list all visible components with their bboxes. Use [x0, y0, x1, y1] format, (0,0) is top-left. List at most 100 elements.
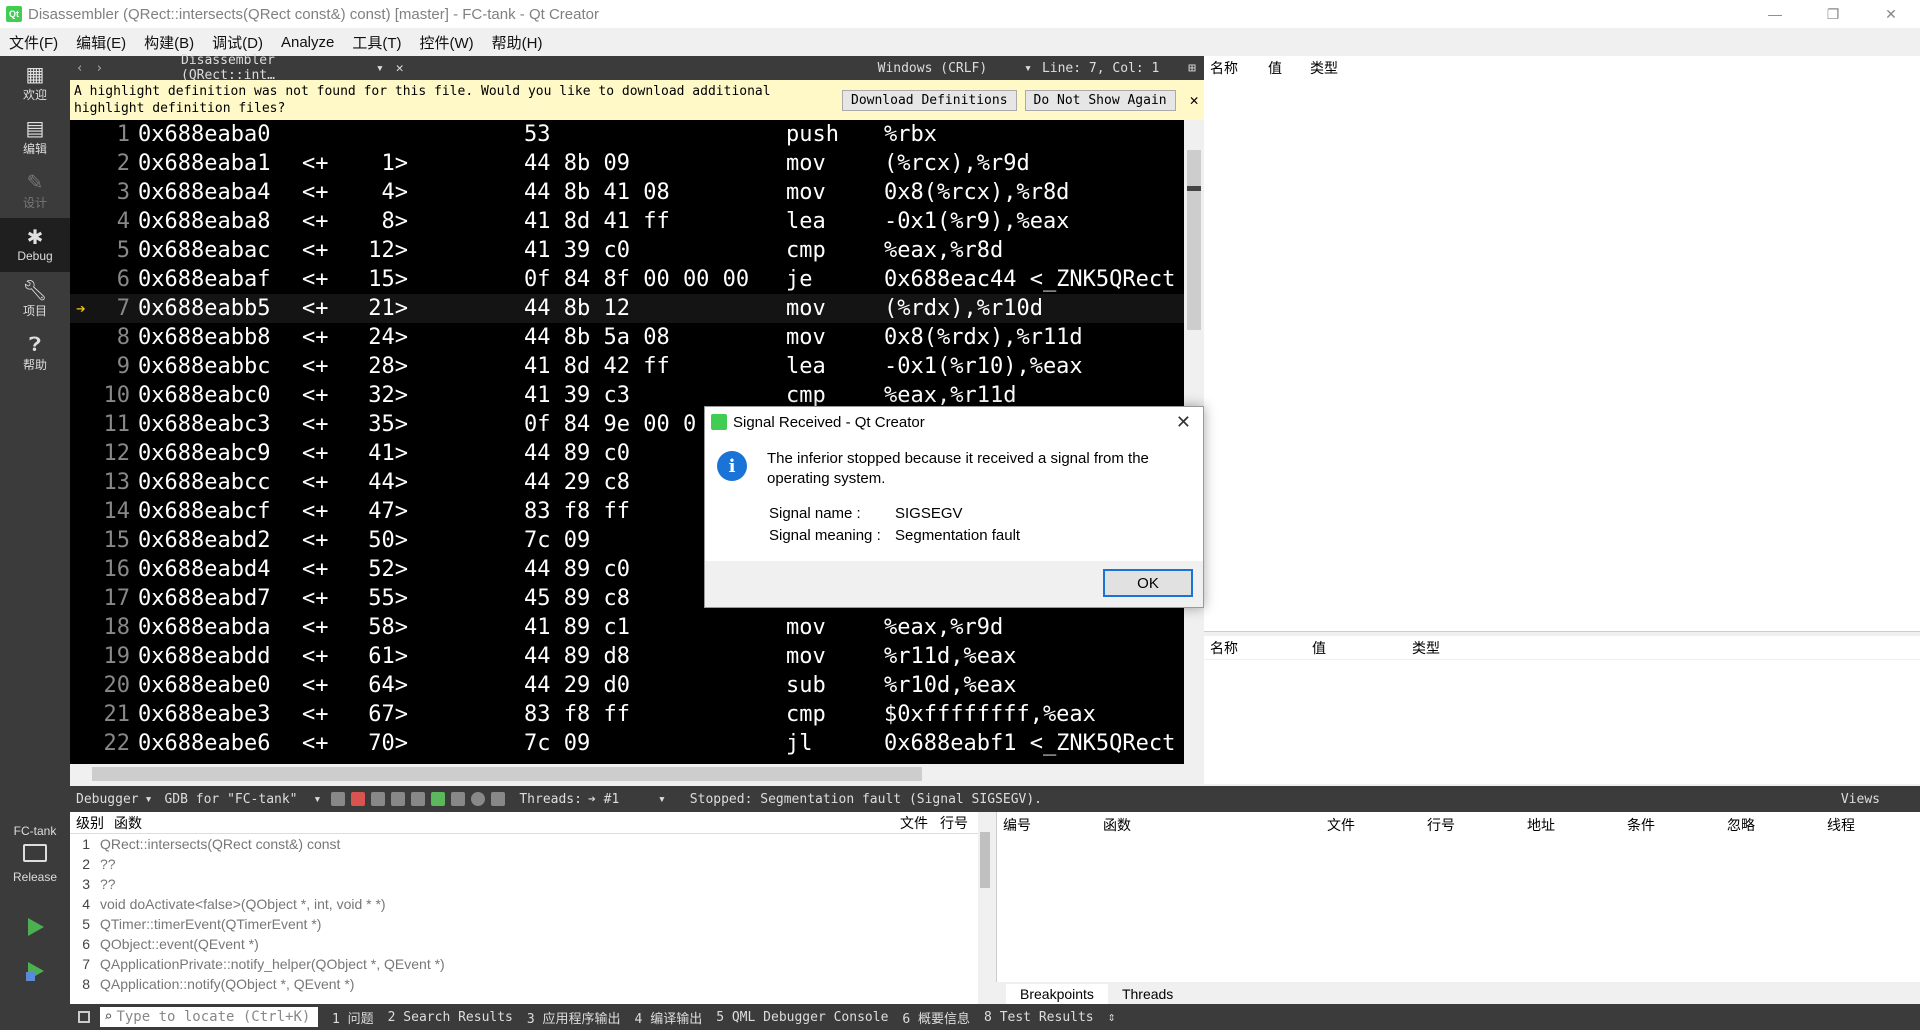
stack-frame-row[interactable]: 7 QApplicationPrivate::notify_helper(QObj… — [70, 954, 990, 974]
dropdown-arrow-icon[interactable]: ▾ — [658, 792, 666, 807]
menu-controls[interactable]: 控件(W) — [411, 32, 483, 53]
menu-edit[interactable]: 编辑(E) — [67, 32, 135, 53]
back-arrow-icon[interactable]: ‹ — [70, 61, 90, 76]
restart-icon[interactable] — [431, 792, 446, 806]
column-level[interactable]: 级别 — [76, 813, 114, 833]
record-icon[interactable] — [471, 792, 486, 806]
menu-analyze[interactable]: Analyze — [272, 34, 343, 51]
pane-search-results[interactable]: 2 Search Results — [388, 1010, 513, 1025]
stack-frame-row[interactable]: 5 QTimer::timerEvent(QTimerEvent *) — [70, 914, 990, 934]
restore-button[interactable]: ❐ — [1804, 0, 1862, 28]
disassembly-line[interactable]: 21 0x688eabe3 <+ 67> 83 f8 ff cmp $0xffffffff… — [70, 700, 1184, 729]
column-condition[interactable]: 条件 — [1627, 815, 1727, 835]
menu-help[interactable]: 帮助(H) — [483, 32, 552, 53]
run-icon[interactable] — [24, 916, 46, 938]
disassembly-line[interactable]: 22 0x688eabe6 <+ 70> 7c 09 jl 0x688eabf1 <_ZN… — [70, 729, 1184, 758]
close-icon[interactable]: ✕ — [1190, 91, 1199, 109]
locator-input[interactable]: ⌕ Type to locate (Ctrl+K) — [100, 1007, 318, 1027]
pane-qml-console[interactable]: 5 QML Debugger Console — [716, 1010, 888, 1025]
pane-test-results[interactable]: 8 Test Results — [984, 1010, 1094, 1025]
tab-breakpoints[interactable]: Breakpoints — [1006, 984, 1108, 1004]
stack-frame-row[interactable]: 2?? — [70, 854, 990, 874]
scroll-thumb[interactable] — [980, 832, 990, 888]
stack-frame-row[interactable]: 8 QApplication::notify(QObject *, QEvent … — [70, 974, 990, 994]
dropdown-arrow-icon[interactable]: ▾ — [314, 792, 322, 807]
scroll-thumb[interactable] — [92, 767, 922, 781]
disassembly-line[interactable]: 9 0x688eabbc <+ 28> 41 8d 42 ff lea -0x1(%r10… — [70, 352, 1184, 381]
line-ending-selector[interactable]: Windows (CRLF) — [878, 61, 1014, 76]
instruction-mode-icon[interactable] — [451, 792, 466, 806]
column-name[interactable]: 名称 — [1210, 638, 1312, 658]
disassembly-line[interactable]: 1 0x688eaba0 53 push %rbx — [70, 120, 1184, 149]
forward-arrow-icon[interactable]: › — [90, 61, 110, 76]
minimize-button[interactable]: — — [1746, 0, 1804, 28]
split-editor-icon[interactable]: ⊞ — [1188, 61, 1196, 76]
disassembly-line[interactable]: 8 0x688eabb8 <+ 24> 44 8b 5a 08 mov 0x8(%rdx)… — [70, 323, 1184, 352]
kit-selector[interactable]: FC-tank Release — [0, 818, 70, 884]
step-into-icon[interactable] — [391, 792, 406, 806]
dropdown-arrow-icon[interactable]: ▾ — [1024, 61, 1032, 76]
step-out-icon[interactable] — [411, 792, 426, 806]
menu-tools[interactable]: 工具(T) — [343, 32, 410, 53]
column-address[interactable]: 地址 — [1527, 815, 1627, 835]
scroll-thumb[interactable] — [1187, 150, 1201, 330]
disassembly-line[interactable]: 4 0x688eaba8 <+ 8> 41 8d 41 ff lea -0x1(%r9),… — [70, 207, 1184, 236]
menu-build[interactable]: 构建(B) — [135, 32, 203, 53]
column-file[interactable]: 文件 — [1327, 815, 1427, 835]
do-not-show-again-button[interactable]: Do Not Show Again — [1024, 89, 1176, 111]
disassembly-line[interactable]: 2 0x688eaba1 <+ 1> 44 8b 09 mov (%rcx),%r9d — [70, 149, 1184, 178]
mode-design[interactable]: ✎ 设计 — [0, 164, 70, 218]
expressions-view[interactable]: 名称 值 类型 — [1204, 636, 1920, 784]
screenshot-icon[interactable] — [491, 792, 506, 806]
breakpoints-view[interactable]: 编号 函数 文件 行号 地址 条件 忽略 线程 — [996, 812, 1920, 1004]
column-type[interactable]: 类型 — [1310, 58, 1338, 78]
stack-frame-row[interactable]: 1 QRect::intersects(QRect const&) const — [70, 834, 990, 854]
column-thread[interactable]: 线程 — [1827, 815, 1907, 835]
column-number[interactable]: 编号 — [1003, 815, 1103, 835]
column-function[interactable]: 函数 — [114, 813, 900, 833]
stack-scrollbar[interactable] — [978, 812, 992, 1004]
disassembly-line[interactable]: ➔ 7 0x688eabb5 <+ 21> 44 8b 12 mov (%rdx),%r10… — [70, 294, 1184, 323]
disassembly-line[interactable]: 5 0x688eabac <+ 12> 41 39 c0 cmp %eax,%r8d — [70, 236, 1184, 265]
disassembly-line[interactable]: 19 0x688eabdd <+ 61> 44 89 d8 mov %r11d,%eax — [70, 642, 1184, 671]
disassembly-line[interactable]: 18 0x688eabda <+ 58> 41 89 c1 mov %eax,%r9d — [70, 613, 1184, 642]
thread-selector[interactable]: ➔ #1 — [588, 792, 658, 807]
debugger-engine-selector[interactable]: GDB for "FC-tank" — [164, 792, 297, 807]
cursor-position[interactable]: Line: 7, Col: 1 — [1042, 61, 1188, 76]
menu-file[interactable]: 文件(F) — [0, 32, 67, 53]
close-window-button[interactable]: ✕ — [1862, 0, 1920, 28]
stop-icon[interactable] — [351, 792, 366, 806]
menu-debug[interactable]: 调试(D) — [203, 32, 272, 53]
download-definitions-button[interactable]: Download Definitions — [842, 89, 1017, 111]
views-menu[interactable]: Views — [1841, 792, 1880, 807]
column-line[interactable]: 行号 — [940, 813, 968, 833]
document-selector[interactable]: Disassembler (QRect::int… — [181, 53, 376, 83]
continue-icon[interactable] — [331, 792, 346, 806]
step-over-icon[interactable] — [371, 792, 386, 806]
column-line[interactable]: 行号 — [1427, 815, 1527, 835]
pane-compile-output[interactable]: 4 编译输出 — [635, 1008, 703, 1027]
pane-application-output[interactable]: 3 应用程序输出 — [527, 1008, 621, 1027]
tab-threads[interactable]: Threads — [1108, 984, 1187, 1004]
mode-help[interactable]: ❓︎ 帮助 — [0, 326, 70, 380]
sidebar-toggle-icon[interactable] — [78, 1011, 90, 1023]
debug-run-icon[interactable] — [24, 960, 46, 982]
close-document-icon[interactable]: ✕ — [396, 61, 404, 76]
disassembly-line[interactable]: 6 0x688eabaf <+ 15> 0f 84 8f 00 00 00 je 0x68… — [70, 265, 1184, 294]
stack-frame-row[interactable]: 4 void doActivate<false>(QObject *, int, … — [70, 894, 990, 914]
column-type[interactable]: 类型 — [1412, 638, 1440, 658]
close-icon[interactable]: ✕ — [1176, 412, 1191, 433]
stack-frame-row[interactable]: 3?? — [70, 874, 990, 894]
locals-view[interactable]: 名称 值 类型 — [1204, 56, 1920, 632]
column-file[interactable]: 文件 — [900, 813, 940, 833]
pane-general-messages[interactable]: 6 概要信息 — [902, 1008, 970, 1027]
dropdown-arrow-icon[interactable]: ▾ — [145, 792, 153, 807]
column-value[interactable]: 值 — [1312, 638, 1412, 658]
mode-welcome[interactable]: ▦ 欢迎 — [0, 56, 70, 110]
mode-debug[interactable]: ✱ Debug — [0, 218, 70, 272]
ok-button[interactable]: OK — [1103, 569, 1193, 597]
mode-edit[interactable]: ▤ 编辑 — [0, 110, 70, 164]
column-function[interactable]: 函数 — [1103, 815, 1327, 835]
editor-horizontal-scrollbar[interactable] — [70, 764, 1184, 784]
disassembly-line[interactable]: 20 0x688eabe0 <+ 64> 44 29 d0 sub %r10d,%eax — [70, 671, 1184, 700]
